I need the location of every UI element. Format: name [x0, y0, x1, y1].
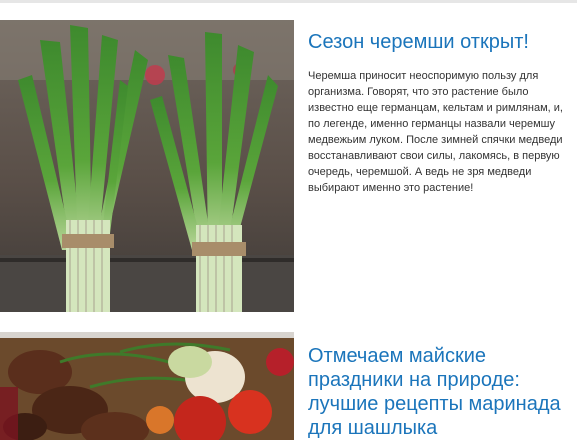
- article-excerpt: Черемша приносит неоспоримую пользу для …: [308, 70, 563, 194]
- grilled-meat-photo: [0, 332, 294, 440]
- top-divider: [0, 0, 577, 3]
- article-thumbnail-link[interactable]: [0, 20, 294, 312]
- wild-garlic-photo: [0, 20, 294, 312]
- article-card: Отмечаем майские праздники на природе: л…: [0, 332, 577, 440]
- article-title-link[interactable]: Сезон черемши открыт!: [308, 30, 570, 54]
- article-card: Сезон черемши открыт! Черемша приносит н…: [0, 20, 577, 312]
- article-thumbnail-link[interactable]: [0, 332, 294, 440]
- article-title-link[interactable]: Отмечаем майские праздники на природе: л…: [308, 344, 570, 440]
